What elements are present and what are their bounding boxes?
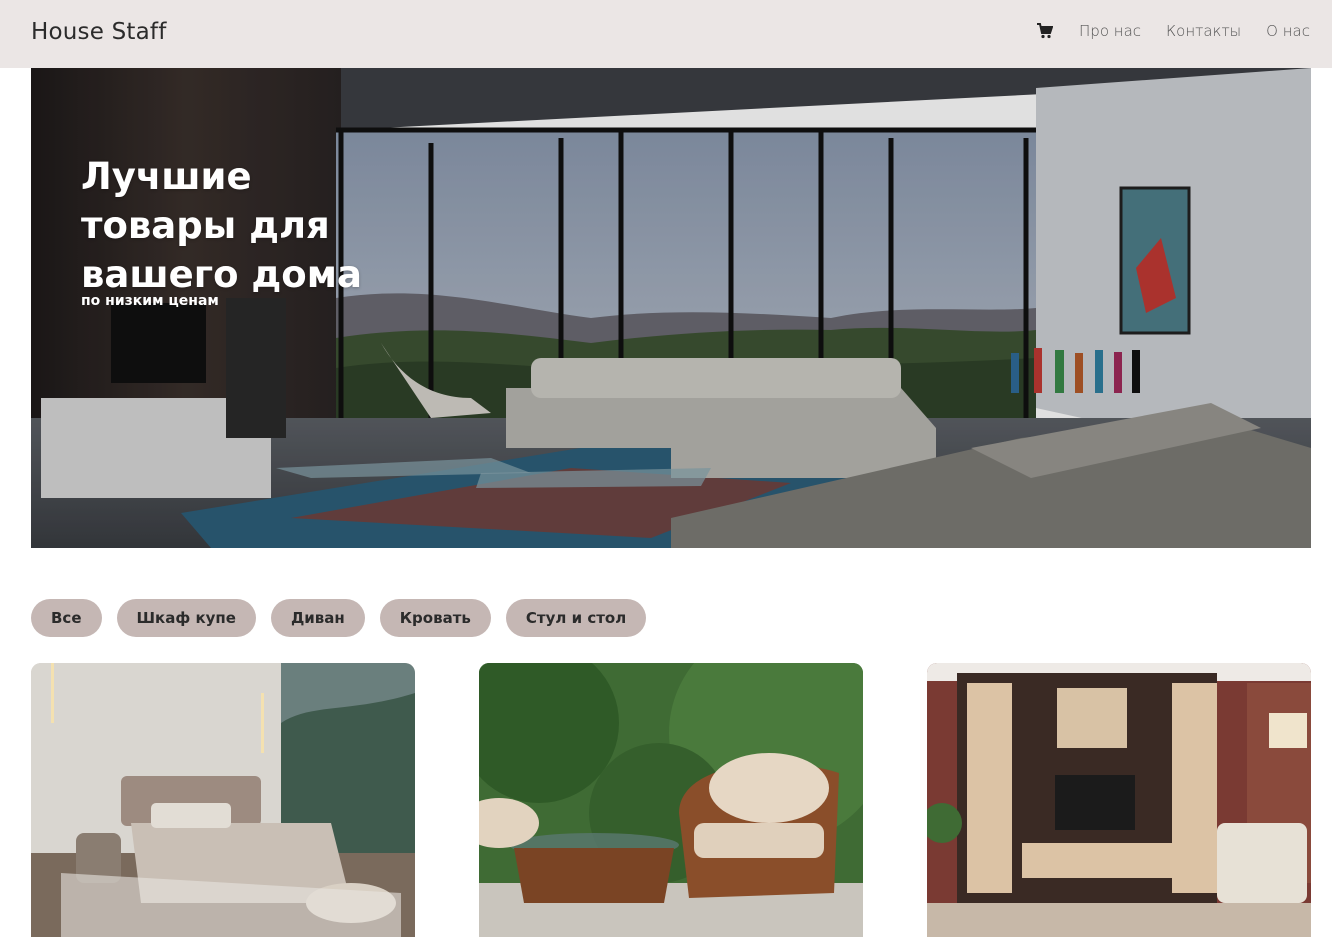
cart-icon[interactable] <box>1037 23 1054 39</box>
rattan-garden-furniture-photo <box>479 663 863 937</box>
filter-sofa[interactable]: Диван <box>270 599 365 637</box>
bedroom-photo <box>31 663 415 937</box>
site-header: House Staff Про нас Контакты О нас <box>0 0 1332 68</box>
nav-link-about[interactable]: О нас <box>1266 22 1310 40</box>
filter-all[interactable]: Все <box>31 599 102 637</box>
hero-text: Лучшие товары для вашего дома по низким … <box>81 152 381 309</box>
nav-link-about-us[interactable]: Про нас <box>1079 22 1141 40</box>
nav-link-contacts[interactable]: Контакты <box>1166 22 1241 40</box>
living-room-wall-unit-photo <box>927 663 1311 937</box>
filter-chair-table[interactable]: Стул и стол <box>505 599 647 637</box>
site-logo[interactable]: House Staff <box>31 19 167 45</box>
category-filters: Все Шкаф купе Диван Кровать Стул и стол <box>31 599 661 637</box>
filter-wardrobe[interactable]: Шкаф купе <box>116 599 256 637</box>
product-card-garden-set[interactable] <box>479 663 863 937</box>
filter-bed[interactable]: Кровать <box>379 599 491 637</box>
main-nav: Про нас Контакты О нас <box>1037 22 1310 40</box>
product-card-bedroom[interactable] <box>31 663 415 937</box>
product-card-wall-unit[interactable] <box>927 663 1311 937</box>
hero-title: Лучшие товары для вашего дома <box>81 155 362 296</box>
hero-banner: Лучшие товары для вашего дома по низким … <box>31 68 1311 548</box>
